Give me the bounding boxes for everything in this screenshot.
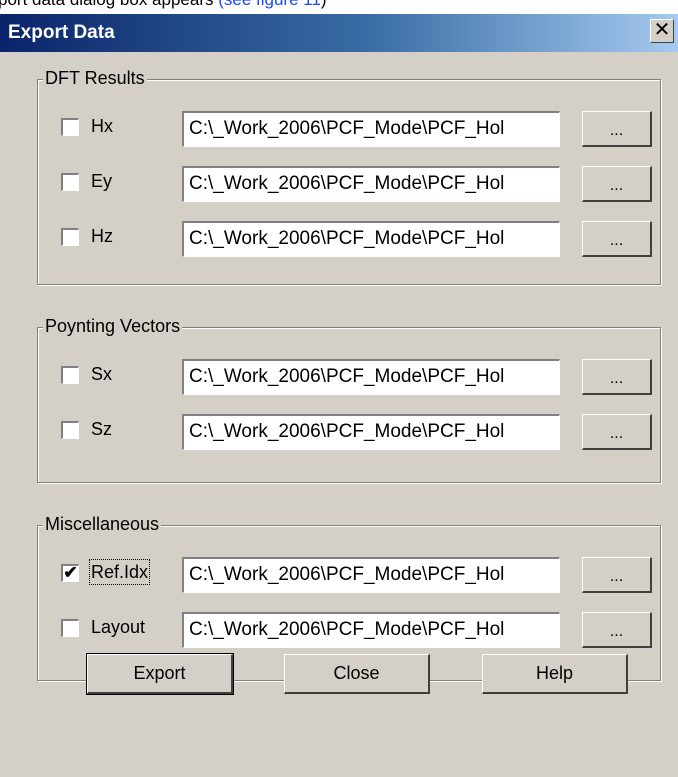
browse-button-hz[interactable]: ... (582, 221, 652, 257)
help-button[interactable]: Help (482, 654, 628, 694)
caption-text-end: ) (321, 0, 327, 9)
checkbox-ref-idx[interactable]: ✔ (61, 564, 79, 582)
label-hz[interactable]: Hz (91, 225, 113, 247)
browse-button-ref-idx[interactable]: ... (582, 557, 652, 593)
browse-button-layout[interactable]: ... (582, 612, 652, 648)
label-ref-idx[interactable]: Ref.Idx (88, 559, 151, 585)
path-field-layout[interactable]: C:\_Work_2006\PCF_Mode\PCF_Hol (182, 612, 560, 648)
row-hz: Hz C:\_Work_2006\PCF_Mode\PCF_Hol ... (38, 219, 662, 259)
checkbox-hz[interactable] (61, 228, 79, 246)
path-field-ref-idx[interactable]: C:\_Work_2006\PCF_Mode\PCF_Hol (182, 557, 560, 593)
path-field-hz[interactable]: C:\_Work_2006\PCF_Mode\PCF_Hol (182, 221, 560, 257)
group-label-dft-results: DFT Results (43, 67, 147, 89)
close-button[interactable]: Close (284, 654, 430, 694)
checkbox-ey[interactable] (61, 173, 79, 191)
group-poynting-vectors: Poynting Vectors Sx C:\_Work_2006\PCF_Mo… (37, 315, 662, 483)
window-title: Export Data (8, 22, 115, 43)
title-bar[interactable]: Export Data ✕ (0, 14, 678, 52)
check-mark-icon: ✔ (63, 563, 78, 582)
label-layout[interactable]: Layout (91, 616, 145, 638)
label-ey[interactable]: Ey (91, 170, 112, 192)
checkbox-layout[interactable] (61, 619, 79, 637)
browse-button-hx[interactable]: ... (582, 111, 652, 147)
label-sx[interactable]: Sx (91, 363, 112, 385)
document-caption-line: port data dialog box appears (see figure… (0, 0, 678, 14)
path-field-ey[interactable]: C:\_Work_2006\PCF_Mode\PCF_Hol (182, 166, 560, 202)
browse-button-sz[interactable]: ... (582, 414, 652, 450)
close-window-button[interactable]: ✕ (650, 19, 674, 43)
row-sz: Sz C:\_Work_2006\PCF_Mode\PCF_Hol ... (38, 412, 662, 452)
close-icon: ✕ (653, 19, 671, 41)
caption-text: port data dialog box appears (0, 0, 218, 9)
group-label-poynting-vectors: Poynting Vectors (43, 315, 183, 337)
browse-button-sx[interactable]: ... (582, 359, 652, 395)
path-field-sx[interactable]: C:\_Work_2006\PCF_Mode\PCF_Hol (182, 359, 560, 395)
checkbox-hx[interactable] (61, 118, 79, 136)
path-field-sz[interactable]: C:\_Work_2006\PCF_Mode\PCF_Hol (182, 414, 560, 450)
group-label-miscellaneous: Miscellaneous (43, 513, 162, 535)
export-data-dialog: Export Data ✕ DFT Results Hx C:\_Work_20… (0, 14, 678, 777)
label-sz[interactable]: Sz (91, 418, 112, 440)
group-dft-results: DFT Results Hx C:\_Work_2006\PCF_Mode\PC… (37, 67, 662, 285)
row-layout: Layout C:\_Work_2006\PCF_Mode\PCF_Hol ..… (38, 610, 662, 650)
label-hx[interactable]: Hx (91, 115, 113, 137)
checkbox-sx[interactable] (61, 366, 79, 384)
checkbox-sz[interactable] (61, 421, 79, 439)
row-ey: Ey C:\_Work_2006\PCF_Mode\PCF_Hol ... (38, 164, 662, 204)
figure-link[interactable]: (see figure 11 (218, 0, 321, 9)
browse-button-ey[interactable]: ... (582, 166, 652, 202)
export-button[interactable]: Export (86, 653, 234, 695)
row-sx: Sx C:\_Work_2006\PCF_Mode\PCF_Hol ... (38, 357, 662, 397)
row-hx: Hx C:\_Work_2006\PCF_Mode\PCF_Hol ... (38, 109, 662, 149)
path-field-hx[interactable]: C:\_Work_2006\PCF_Mode\PCF_Hol (182, 111, 560, 147)
row-ref-idx: ✔ Ref.Idx C:\_Work_2006\PCF_Mode\PCF_Hol… (38, 555, 662, 595)
